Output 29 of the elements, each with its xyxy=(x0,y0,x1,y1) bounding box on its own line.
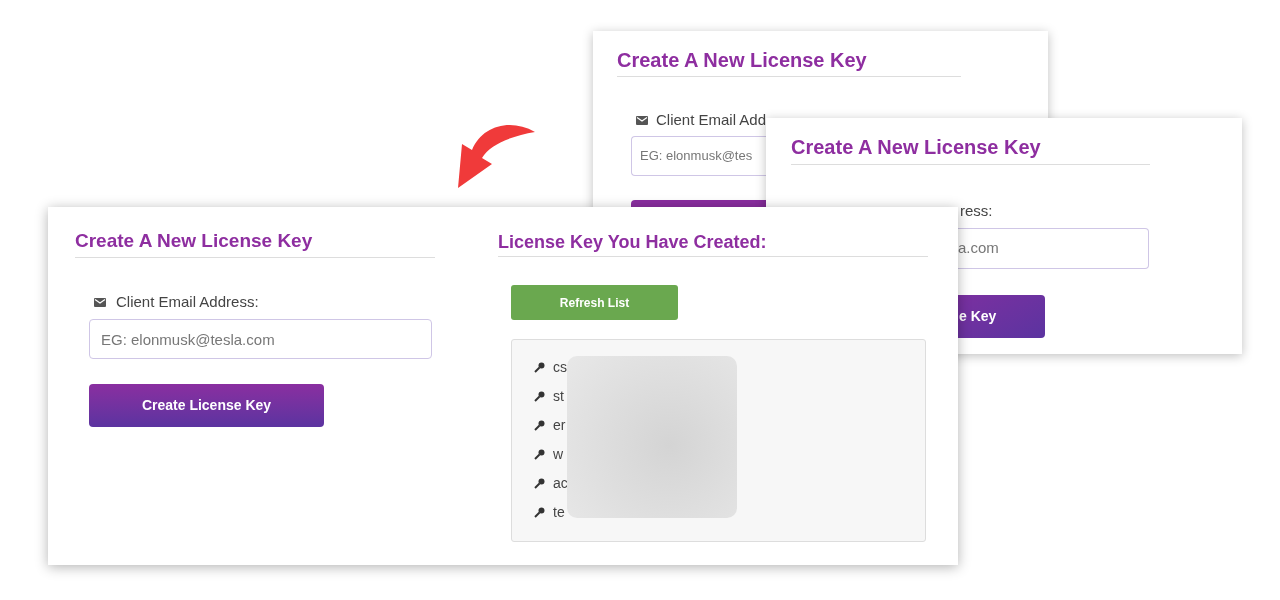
create-button[interactable] xyxy=(631,200,766,207)
create-button[interactable]: e Key xyxy=(958,295,1045,338)
key-icon xyxy=(534,449,545,460)
license-key-text: st xyxy=(553,387,564,406)
field-label: ress: xyxy=(960,201,993,221)
create-license-key-button[interactable]: Create License Key xyxy=(89,384,324,427)
key-icon xyxy=(534,478,545,489)
license-key-text: w xyxy=(553,445,564,464)
section-title: License Key You Have Created: xyxy=(498,231,767,254)
section-title: Create A New License Key xyxy=(75,229,313,253)
envelope-icon xyxy=(94,297,106,307)
refresh-list-button[interactable]: Refresh List xyxy=(511,285,678,320)
email-field[interactable]: EG: elonmusk@tes xyxy=(631,136,766,176)
license-key-text: er xyxy=(553,416,566,435)
envelope-icon xyxy=(636,115,648,125)
key-icon xyxy=(534,420,545,431)
email-field[interactable]: a.com xyxy=(958,228,1149,269)
license-key-text: cs xyxy=(553,358,567,377)
card-title: Create A New License Key xyxy=(791,135,1041,160)
email-field[interactable]: EG: elonmusk@tesla.com xyxy=(89,319,432,359)
field-label: Client Email Address: xyxy=(116,292,259,312)
key-icon xyxy=(534,391,545,402)
card-title: Create A New License Key xyxy=(617,48,867,73)
key-icon xyxy=(534,507,545,518)
license-key-text: te xyxy=(553,503,565,522)
license-key-text: ac xyxy=(553,474,568,493)
field-label: Client Email Add xyxy=(656,110,767,130)
key-icon xyxy=(534,362,545,373)
curved-arrow-icon xyxy=(458,125,535,188)
